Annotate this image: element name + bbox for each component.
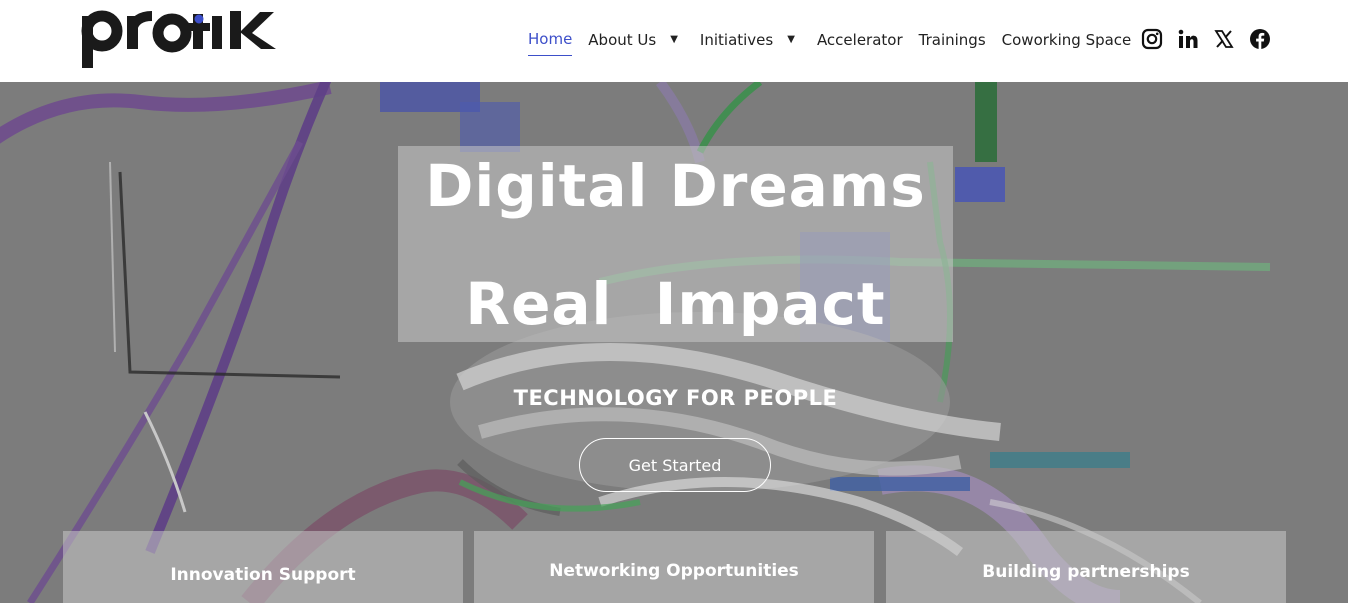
hero-headline-line2: Real Impact	[465, 270, 886, 338]
nav-about-us-label: About Us	[588, 31, 657, 49]
feature-card-title: Building partnerships	[982, 562, 1190, 582]
nav-coworking-space[interactable]: Coworking Space	[994, 26, 1140, 54]
nav-initiatives[interactable]: Initiatives ▼	[692, 26, 809, 54]
nav-accelerator-label: Accelerator	[816, 31, 903, 49]
nav-coworking-space-label: Coworking Space	[1001, 31, 1132, 49]
x-icon[interactable]	[1213, 28, 1235, 50]
nav-initiatives-label: Initiatives	[699, 31, 774, 49]
protik-logo[interactable]	[80, 8, 295, 72]
hero-headline-line1: Digital Dreams	[425, 152, 926, 220]
feature-card-title: Networking Opportunities	[549, 561, 799, 581]
site-header: Home About Us ▼ Initiatives ▼ Accelerato…	[0, 0, 1348, 82]
hero-tagline: TECHNOLOGY FOR PEOPLE	[513, 386, 838, 410]
nav-trainings[interactable]: Trainings	[911, 26, 994, 54]
feature-card-networking-opportunities[interactable]: Networking Opportunities	[474, 531, 874, 603]
facebook-icon[interactable]	[1249, 28, 1271, 50]
chevron-down-icon[interactable]: ▼	[670, 26, 678, 54]
nav-home[interactable]: Home	[520, 25, 580, 56]
nav-trainings-label: Trainings	[918, 31, 986, 49]
chevron-down-icon[interactable]: ▼	[787, 26, 795, 54]
nav-home-label: Home	[528, 25, 573, 56]
feature-card-innovation-support[interactable]: Innovation Support	[63, 531, 463, 603]
feature-card-building-partnerships[interactable]: Building partnerships	[886, 531, 1286, 603]
nav-accelerator[interactable]: Accelerator	[809, 26, 911, 54]
instagram-icon[interactable]	[1141, 28, 1163, 50]
get-started-button[interactable]: Get Started	[579, 438, 771, 492]
hero-section: Digital Dreams Real Impact TECHNOLOGY FO…	[0, 82, 1348, 603]
nav-about-us[interactable]: About Us ▼	[580, 26, 692, 54]
get-started-label: Get Started	[628, 455, 722, 475]
feature-card-title: Innovation Support	[170, 565, 356, 585]
main-nav: Home About Us ▼ Initiatives ▼ Accelerato…	[520, 25, 1140, 56]
linkedin-icon[interactable]	[1177, 28, 1199, 50]
